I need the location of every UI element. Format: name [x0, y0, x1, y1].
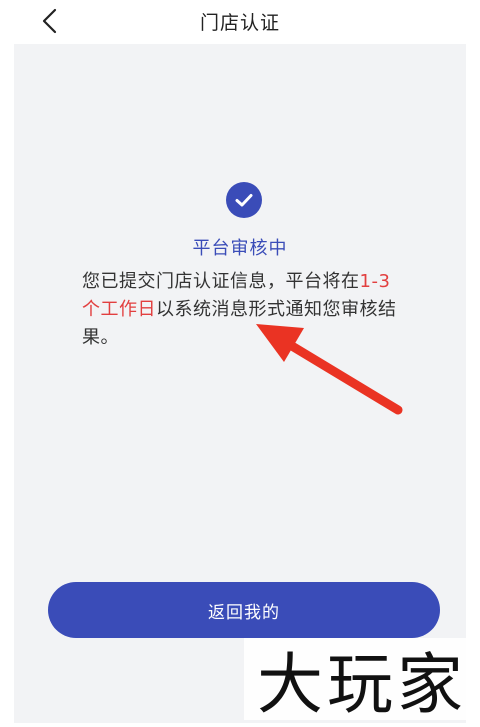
status-title: 平台审核中 [192, 238, 288, 259]
message-text: 您已提交门店认证信息，平台将在 [82, 271, 360, 292]
return-button[interactable]: 返回我的 [48, 582, 440, 638]
check-circle-icon [226, 182, 262, 218]
nav-bar: 门店认证 [0, 0, 480, 44]
watermark: 大玩家 [244, 638, 480, 723]
red-arrow-icon [256, 324, 403, 415]
page-title: 门店认证 [199, 12, 280, 34]
